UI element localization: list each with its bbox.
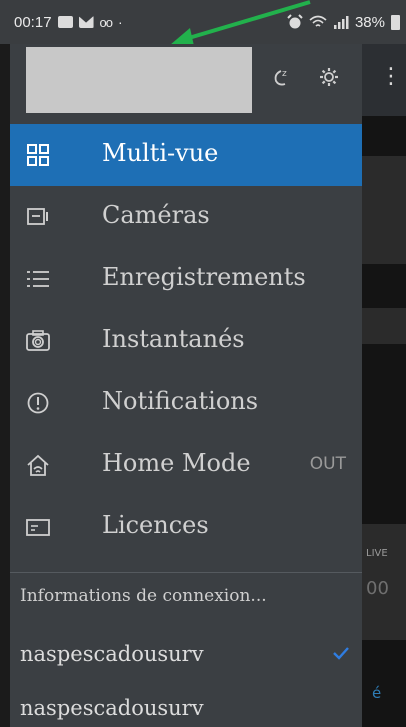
battery-icon [391,14,400,30]
battery-percent: 38% [354,13,385,31]
camera-icon [27,208,48,225]
grid-icon [27,144,49,166]
status-bar: 00:17 ᴏᴏ · 38% [0,0,406,44]
background-panel [362,156,406,264]
notification-dot: · [118,14,123,30]
background-toolbar: ⋮ [362,44,406,116]
snapshot-icon [26,330,50,351]
sleep-button[interactable]: z [266,62,296,92]
menu-item-label: Caméras [102,201,210,229]
connection-info-title[interactable]: Informations de connexion... [20,586,358,606]
menu-item-home-mode[interactable]: Home Mode OUT [10,434,362,496]
menu-item-label: Multi-vue [102,139,219,167]
menu-item-licences[interactable]: Licences [10,496,362,558]
redacted-account-name [26,47,252,113]
menu-item-multi-vue[interactable]: Multi-vue [10,124,362,186]
home-icon [27,454,49,476]
background-time-label: 00 [366,578,389,599]
background-app: ⋮ LIVE 00 é [362,44,406,727]
background-panel [362,308,406,344]
menu-item-label: Instantanés [102,325,245,353]
menu-item-label: Notifications [102,387,259,415]
drawer-menu: Multi-vue Caméras Enregistrements Instan… [10,124,362,558]
license-icon [26,519,50,536]
image-icon [57,16,73,28]
menu-item-label: Home Mode [102,449,251,477]
account-name: naspescadousurv [20,642,204,666]
background-live-label: LIVE [366,548,388,559]
drawer-header: z [10,44,362,122]
settings-button[interactable] [314,62,344,92]
alert-icon [27,392,49,414]
checkmark-icon [333,647,349,660]
signal-icon [333,16,349,29]
mail-icon [78,16,94,28]
account-item-selected[interactable]: naspescadousurv [20,642,358,682]
list-icon [27,271,49,287]
voicemail-icon: ᴏᴏ [99,14,114,30]
alarm-icon [287,14,303,29]
wifi-icon [309,15,327,27]
menu-item-cameras[interactable]: Caméras [10,186,362,248]
home-mode-status-badge: OUT [309,454,346,474]
account-name: naspescadousurv [20,696,204,720]
background-accent-text: é [372,684,382,702]
account-item[interactable]: naspescadousurv [20,696,358,727]
overflow-menu-icon[interactable]: ⋮ [380,66,402,88]
menu-item-label: Licences [102,511,209,539]
menu-item-instantanes[interactable]: Instantanés [10,310,362,372]
status-time: 00:17 [14,13,52,31]
svg-text:z: z [282,69,287,79]
section-divider [10,572,362,573]
menu-item-enregistrements[interactable]: Enregistrements [10,248,362,310]
menu-item-label: Enregistrements [102,263,306,291]
navigation-drawer: z Multi-vue Caméras Enregistrements Inst… [10,44,362,727]
sleep-icon: z [274,69,287,86]
settings-icon [320,68,338,86]
menu-item-notifications[interactable]: Notifications [10,372,362,434]
